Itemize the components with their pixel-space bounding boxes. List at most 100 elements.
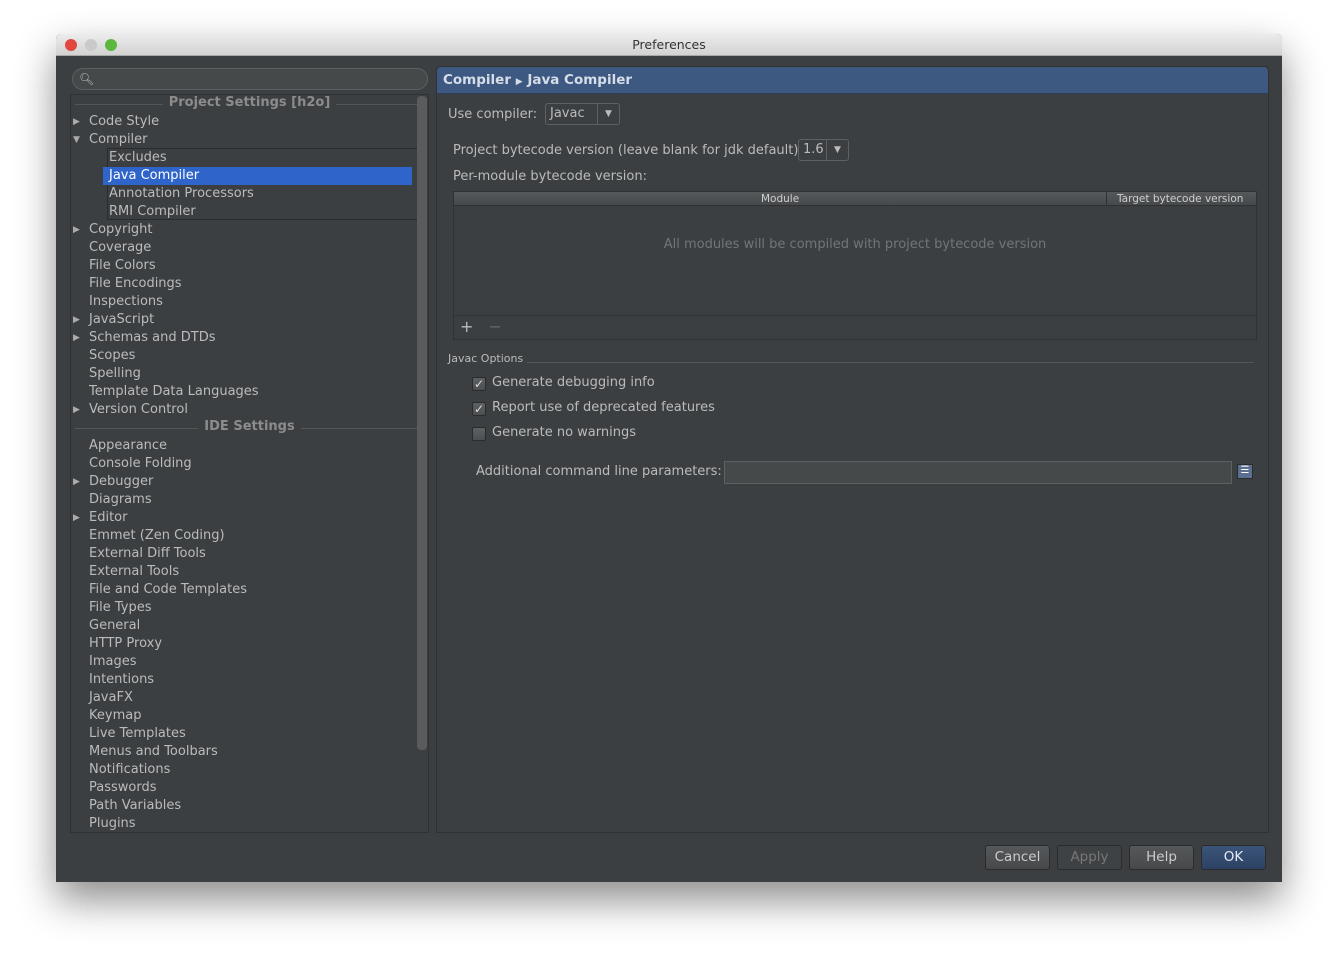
tree-item-spelling[interactable]: Spelling: [89, 365, 141, 383]
collapsed-arrow-icon[interactable]: ▶: [73, 401, 80, 419]
checkbox-label[interactable]: Generate debugging info: [492, 375, 655, 390]
cmdline-input[interactable]: [724, 461, 1232, 484]
bytecode-version-value: 1.6: [803, 142, 824, 157]
per-module-label: Per-module bytecode version:: [453, 169, 647, 184]
tree-item-label: Live Templates: [89, 726, 186, 741]
remove-icon[interactable]: −: [489, 317, 502, 336]
use-compiler-dropdown[interactable]: Javac ▼: [545, 103, 620, 125]
expand-text-icon[interactable]: ☰: [1237, 464, 1253, 479]
per-module-table[interactable]: Module Target bytecode version All modul…: [453, 191, 1257, 340]
tree-item-label: Appearance: [89, 438, 168, 453]
collapsed-arrow-icon[interactable]: ▶: [73, 509, 80, 527]
tree-item-external-tools[interactable]: External Tools: [89, 563, 179, 581]
tree-item-diagrams[interactable]: Diagrams: [89, 491, 152, 509]
add-icon[interactable]: +: [460, 317, 473, 336]
tree-item-label: Spelling: [89, 366, 141, 381]
help-button[interactable]: Help: [1129, 845, 1194, 870]
section-title: Project Settings [h2o]: [162, 95, 337, 110]
tree-item-editor[interactable]: ▶ Editor: [73, 509, 128, 527]
checkbox[interactable]: ✓: [472, 377, 486, 391]
minimize-window-button[interactable]: [85, 39, 97, 51]
tree-item-path-variables[interactable]: Path Variables: [89, 797, 181, 815]
tree-item-live-templates[interactable]: Live Templates: [89, 725, 186, 743]
tree-item-label: Diagrams: [89, 492, 152, 507]
search-icon: 🔍︎: [79, 72, 95, 86]
tree-item-menus-and-toolbars[interactable]: Menus and Toolbars: [89, 743, 218, 761]
tree-item-javascript[interactable]: ▶ JavaScript: [73, 311, 154, 329]
tree-item-coverage[interactable]: Coverage: [89, 239, 151, 257]
collapsed-arrow-icon[interactable]: ▶: [73, 221, 80, 239]
tree-item-label: Keymap: [89, 708, 142, 723]
tree-item-label: Images: [89, 654, 137, 669]
table-header: Module Target bytecode version: [454, 192, 1256, 206]
tree-item-code-style[interactable]: ▶ Code Style: [73, 113, 159, 131]
tree-item-annotation-processors[interactable]: Annotation Processors: [109, 185, 254, 203]
tree-item-images[interactable]: Images: [89, 653, 137, 671]
tree-item-javafx[interactable]: JavaFX: [89, 689, 133, 707]
cmdline-label: Additional command line parameters:: [476, 464, 722, 479]
tree-item-file-and-code-templates[interactable]: File and Code Templates: [89, 581, 247, 599]
checkbox[interactable]: [472, 427, 486, 441]
collapsed-arrow-icon[interactable]: ▶: [73, 329, 80, 347]
tree-item-file-encodings[interactable]: File Encodings: [89, 275, 182, 293]
checkbox[interactable]: ✓: [472, 402, 486, 416]
tree-item-java-compiler[interactable]: Java Compiler: [103, 167, 412, 185]
tree-scrollbar[interactable]: [417, 96, 427, 750]
tree-item-external-diff-tools[interactable]: External Diff Tools: [89, 545, 206, 563]
collapsed-arrow-icon[interactable]: ▶: [73, 473, 80, 491]
apply-button[interactable]: Apply: [1057, 845, 1122, 870]
tree-item-appearance[interactable]: Appearance: [89, 437, 167, 455]
column-module[interactable]: Module: [761, 192, 799, 206]
bytecode-version-dropdown[interactable]: 1.6 ▼: [798, 139, 849, 161]
tree-item-passwords[interactable]: Passwords: [89, 779, 157, 797]
tree-item-debugger[interactable]: ▶ Debugger: [73, 473, 154, 491]
tree-item-plugins[interactable]: Plugins: [89, 815, 136, 832]
chevron-down-icon: ▼: [826, 140, 848, 160]
tree-item-label: Editor: [89, 510, 128, 525]
collapsed-arrow-icon[interactable]: ▶: [73, 311, 80, 329]
section-header: IDE Settings: [75, 419, 424, 437]
tree-item-emmet-zen-coding[interactable]: Emmet (Zen Coding): [89, 527, 225, 545]
tree-item-label: Version Control: [89, 402, 188, 417]
chevron-down-icon: ▼: [597, 104, 619, 124]
tree-item-label: Compiler: [89, 132, 148, 147]
tree-item-label: Annotation Processors: [109, 186, 254, 201]
checkbox-label[interactable]: Report use of deprecated features: [492, 400, 715, 415]
zoom-window-button[interactable]: [105, 39, 117, 51]
ok-button[interactable]: OK: [1201, 845, 1266, 870]
tree-item-console-folding[interactable]: Console Folding: [89, 455, 192, 473]
tree-item-general[interactable]: General: [89, 617, 140, 635]
tree-item-label: General: [89, 618, 141, 633]
tree-item-schemas-and-dtds[interactable]: ▶ Schemas and DTDs: [73, 329, 216, 347]
tree-item-http-proxy[interactable]: HTTP Proxy: [89, 635, 162, 653]
collapsed-arrow-icon[interactable]: ▶: [73, 113, 80, 131]
tree-item-rmi-compiler[interactable]: RMI Compiler: [109, 203, 196, 221]
tree-item-template-data-languages[interactable]: Template Data Languages: [89, 383, 259, 401]
tree-item-compiler[interactable]: ▼ Compiler: [73, 131, 148, 149]
column-target-version[interactable]: Target bytecode version: [1106, 192, 1256, 206]
tree-item-copyright[interactable]: ▶ Copyright: [73, 221, 153, 239]
tree-item-keymap[interactable]: Keymap: [89, 707, 141, 725]
cancel-button[interactable]: Cancel: [985, 845, 1050, 870]
close-window-button[interactable]: [65, 39, 77, 51]
settings-tree[interactable]: Project Settings [h2o] ▶ Code Style ▼ Compil…: [70, 94, 429, 833]
search-input[interactable]: 🔍︎: [72, 68, 428, 90]
tree-item-label: Java Compiler: [109, 168, 200, 183]
tree-item-file-types[interactable]: File Types: [89, 599, 152, 617]
expanded-arrow-icon[interactable]: ▼: [73, 131, 80, 149]
table-toolbar: + −: [454, 315, 1256, 339]
section-title: IDE Settings: [198, 419, 301, 434]
tree-item-version-control[interactable]: ▶ Version Control: [73, 401, 188, 419]
tree-item-excludes[interactable]: Excludes: [109, 149, 167, 167]
tree-item-file-colors[interactable]: File Colors: [89, 257, 156, 275]
tree-item-inspections[interactable]: Inspections: [89, 293, 163, 311]
tree-item-notifications[interactable]: Notifications: [89, 761, 170, 779]
tree-item-label: External Tools: [89, 564, 180, 579]
tree-item-label: Template Data Languages: [89, 384, 259, 399]
checkbox-label[interactable]: Generate no warnings: [492, 425, 636, 440]
tree-item-intentions[interactable]: Intentions: [89, 671, 154, 689]
tree-item-label: Path Variables: [89, 798, 182, 813]
tree-item-scopes[interactable]: Scopes: [89, 347, 135, 365]
tree-item-label: Debugger: [89, 474, 154, 489]
use-compiler-value: Javac: [550, 106, 585, 121]
